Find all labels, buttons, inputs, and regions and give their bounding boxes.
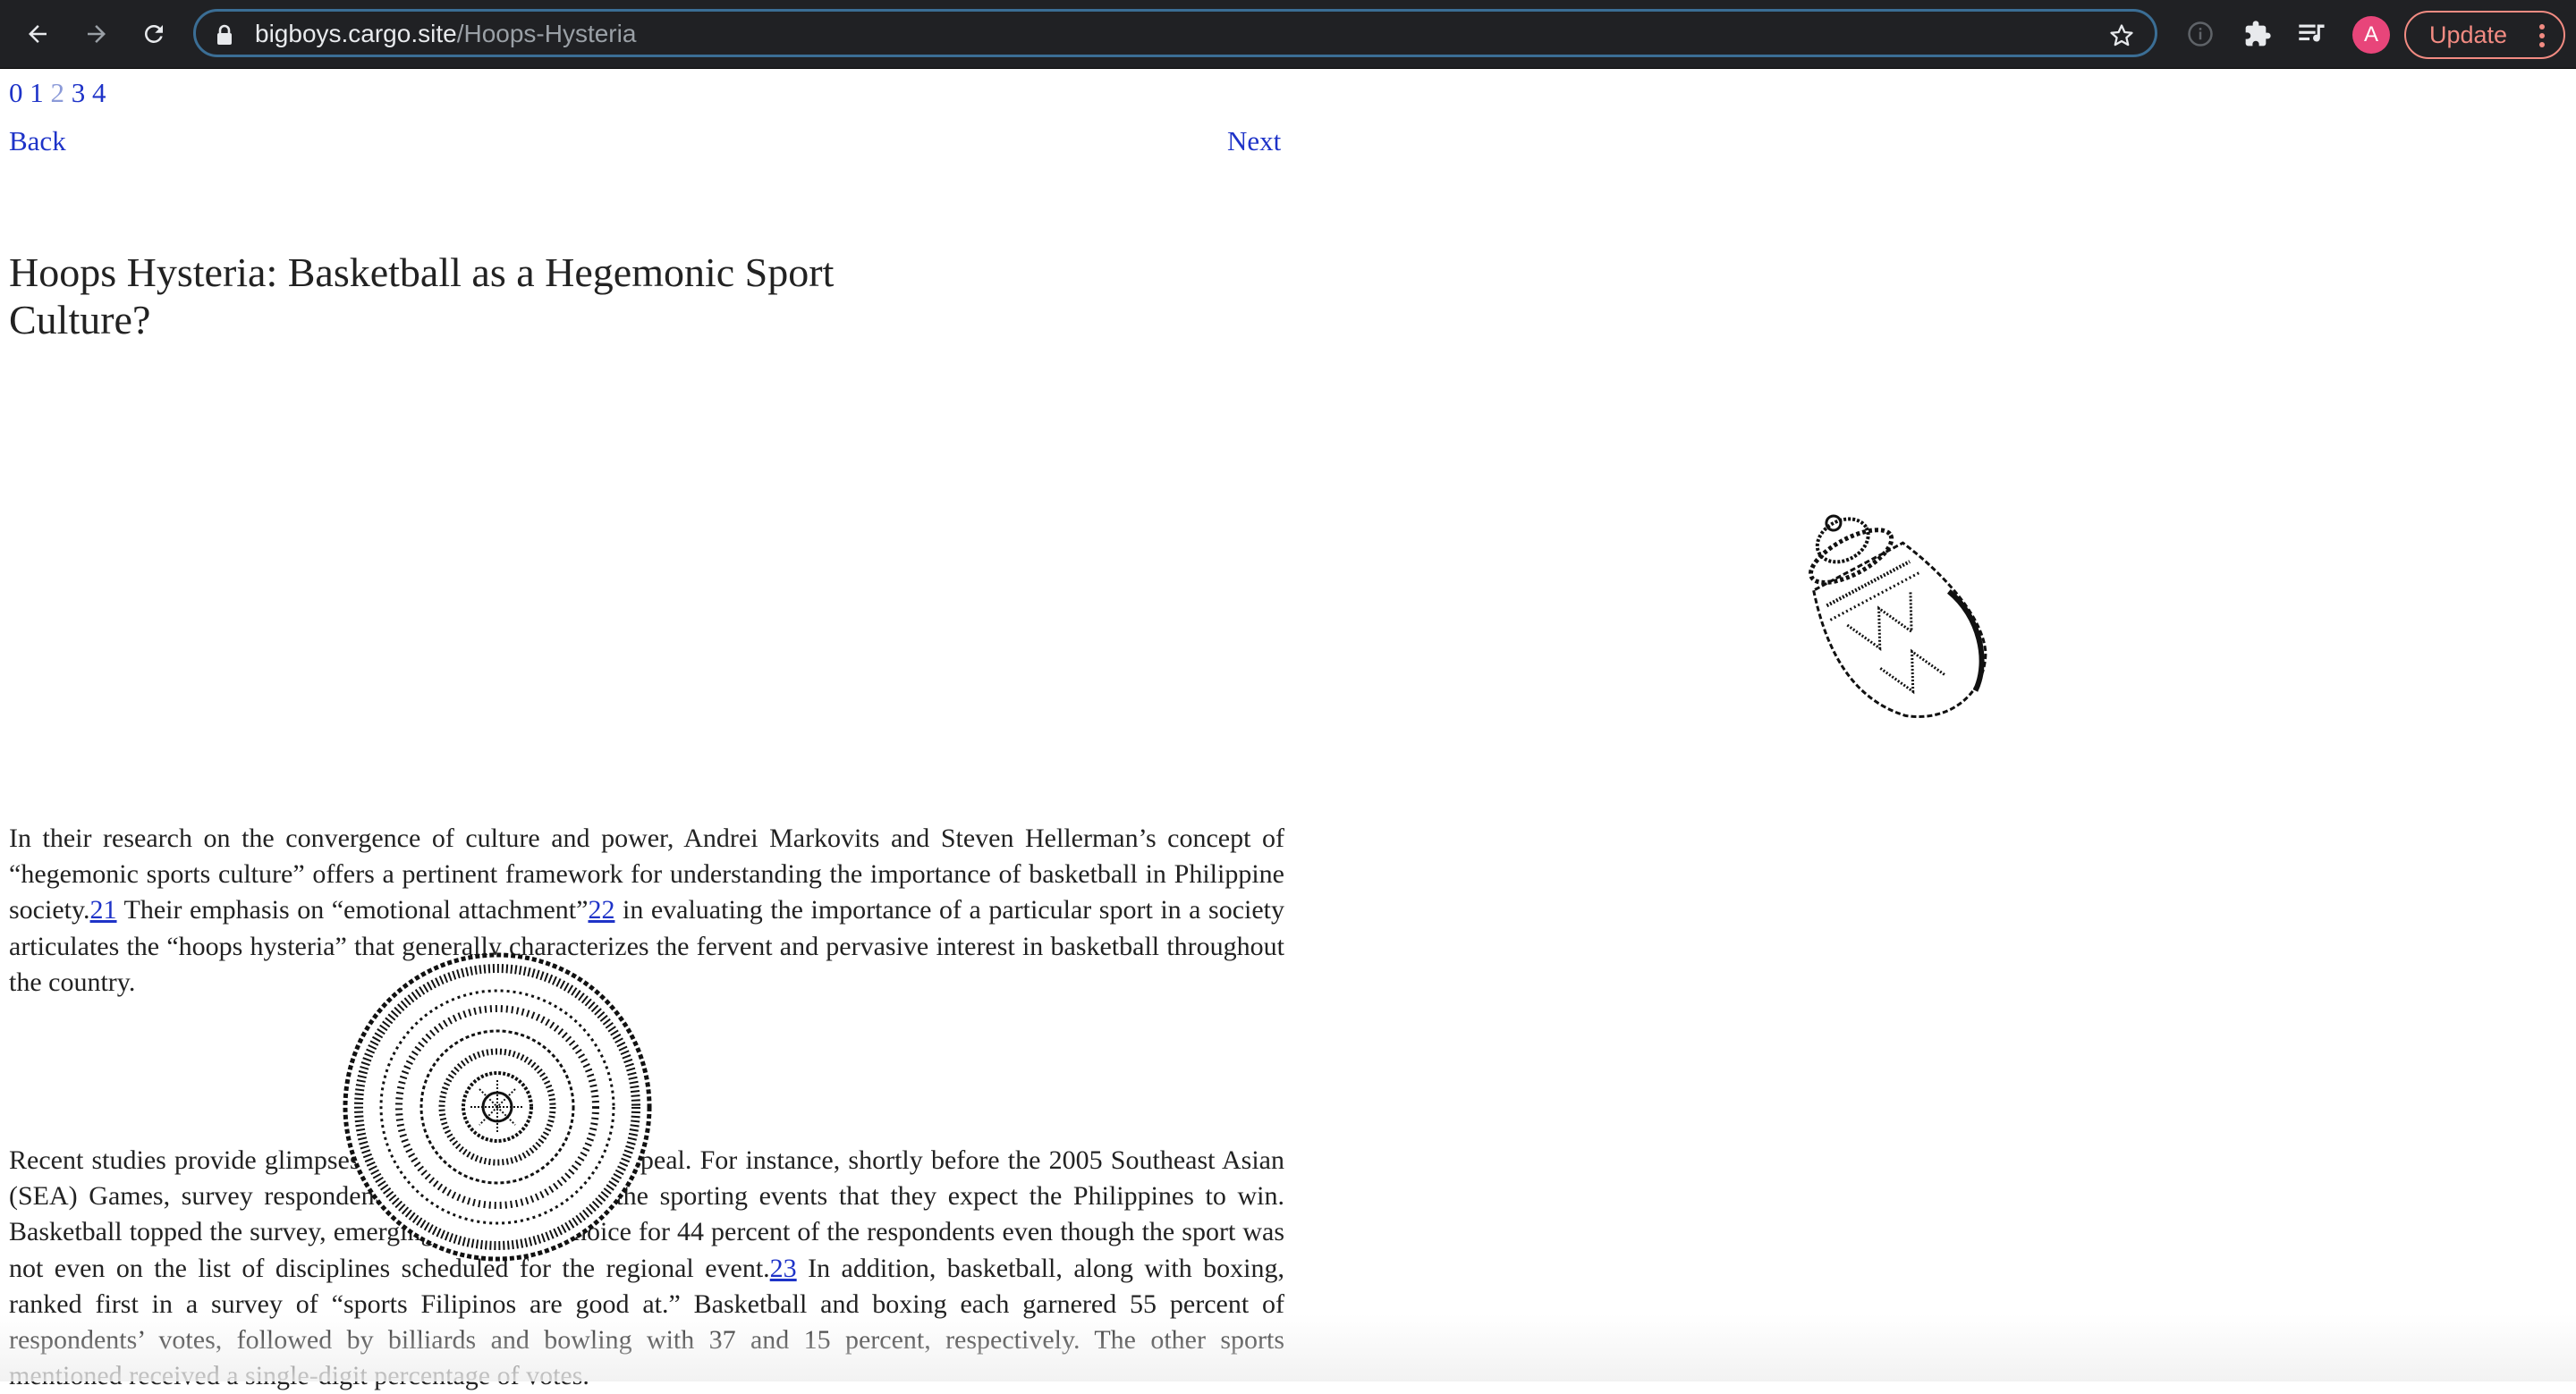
page-pagination: 0 1 2 3 4 (9, 77, 106, 109)
page-link-2[interactable]: 2 (51, 77, 65, 108)
plate-illustration (336, 946, 658, 1272)
bottom-fade-overlay (0, 1314, 2576, 1381)
page-link-3[interactable]: 3 (72, 77, 86, 108)
media-queue-icon[interactable] (2295, 16, 2331, 52)
back-arrow-icon[interactable] (18, 14, 57, 54)
more-menu-icon[interactable] (2538, 23, 2546, 55)
url-host: bigboys.cargo.site (255, 20, 457, 47)
next-link[interactable]: Next (1227, 125, 1281, 157)
back-link[interactable]: Back (9, 125, 66, 157)
update-label: Update (2429, 21, 2508, 48)
footnote-link-23[interactable]: 23 (770, 1254, 797, 1283)
update-button[interactable]: Update (2404, 11, 2565, 59)
page-link-1[interactable]: 1 (30, 77, 44, 108)
bookmark-star-icon[interactable] (2108, 22, 2135, 54)
address-bar[interactable]: bigboys.cargo.site/Hoops-Hysteria (193, 9, 2157, 57)
footnote-link-21[interactable]: 21 (90, 895, 117, 925)
jar-illustration (1726, 490, 2048, 763)
page-title: Hoops Hysteria: Basketball as a Hegemoni… (9, 249, 835, 342)
paragraph-1-text-b: Their emphasis on “emotional attachment” (116, 895, 589, 925)
forward-arrow-icon[interactable] (77, 14, 116, 54)
browser-toolbar: bigboys.cargo.site/Hoops-Hysteria A Upda… (0, 0, 2576, 68)
extensions-puzzle-icon[interactable] (2240, 16, 2275, 52)
page-link-4[interactable]: 4 (92, 77, 106, 108)
footnote-link-22[interactable]: 22 (588, 895, 614, 925)
url-path: /Hoops-Hysteria (456, 20, 637, 47)
reload-icon[interactable] (134, 14, 174, 54)
info-extension-icon[interactable] (2182, 16, 2218, 52)
url-text[interactable]: bigboys.cargo.site/Hoops-Hysteria (255, 21, 636, 47)
profile-avatar[interactable]: A (2352, 16, 2390, 54)
lock-icon (216, 24, 233, 50)
page-link-0[interactable]: 0 (9, 77, 23, 108)
